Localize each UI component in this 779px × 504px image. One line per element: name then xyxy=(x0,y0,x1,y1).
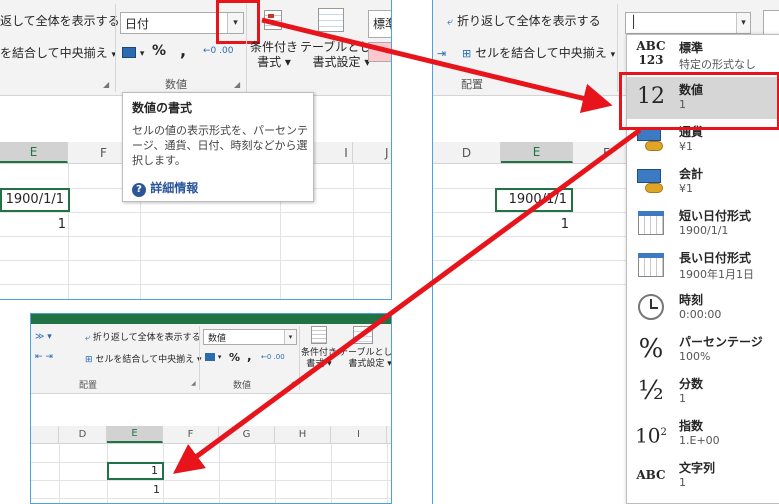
arrow-to-dropdown xyxy=(261,17,613,114)
annotation-arrows xyxy=(172,17,642,474)
arrow-to-result xyxy=(172,127,642,474)
